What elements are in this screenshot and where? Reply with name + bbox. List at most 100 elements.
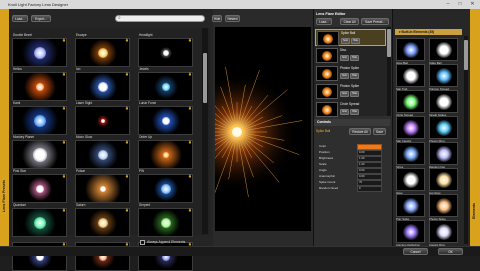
layer-item[interactable]: Photon Spike Solo Hide (315, 65, 386, 82)
preset-preview-image (138, 72, 193, 101)
preset-thumbnail[interactable]: Kami 🔒 (12, 100, 67, 135)
control-row: Random Seed 0 (319, 186, 385, 192)
preset-thumbnail[interactable]: Helios 🔒 (12, 66, 67, 101)
always-append-checkbox[interactable] (140, 240, 145, 245)
layer-solo-button[interactable]: Solo (340, 55, 349, 61)
element-preview-image (429, 64, 458, 87)
preset-thumbnail[interactable]: Jewels 🔒 (138, 66, 193, 101)
element-thumbnail[interactable]: Glow (396, 168, 425, 196)
presets-scrollbar[interactable] (202, 28, 208, 234)
layer-hide-button[interactable]: Hide (350, 91, 359, 97)
presets-scrollbar-thumb[interactable] (203, 53, 207, 103)
cancel-button[interactable]: Cancel (403, 248, 428, 255)
preset-thumbnail[interactable]: Pink Star 🔒 (12, 168, 67, 203)
preset-preview-image (138, 140, 193, 169)
preset-thumbnail[interactable]: Quantum 🔒 (12, 202, 67, 237)
control-value-field[interactable]: 0 (357, 186, 382, 192)
preset-thumbnail[interactable]: Headlight 🔒 (138, 32, 193, 67)
elements-scrollbar-thumb[interactable] (464, 40, 468, 70)
element-thumbnail[interactable]: Stripe (396, 142, 425, 170)
layer-item[interactable]: Circle Spread Solo Hide (315, 101, 386, 118)
export-presets-button[interactable]: Export... (31, 15, 51, 22)
preset-thumbnail[interactable]: Serpent 🔒 (138, 202, 193, 237)
layer-thumbnail (316, 66, 338, 81)
search-input[interactable] (123, 16, 203, 21)
control-row: Brightness 1.00 (319, 156, 385, 162)
save-preset-button[interactable]: Save Preset... (361, 18, 389, 25)
lock-icon: 🔒 (188, 38, 192, 42)
element-thumbnail[interactable]: Random Fan (429, 142, 458, 170)
element-thumbnail[interactable]: Photon Ring (429, 116, 458, 144)
element-thumbnail[interactable]: Star Caustic (396, 116, 425, 144)
minimize-icon[interactable]: – (443, 1, 453, 8)
close-icon[interactable]: ✕ (467, 1, 478, 8)
element-thumbnail[interactable]: Hot Glow (429, 168, 458, 196)
preset-preview-image (12, 174, 67, 203)
control-row: Anamorphic 0.00 (319, 174, 385, 180)
nested-button[interactable]: Nested (225, 15, 240, 22)
layer-hide-button[interactable]: Hide (350, 109, 359, 115)
element-thumbnail[interactable]: Photon Spike (429, 194, 458, 222)
element-thumbnail[interactable]: Poly Spike (396, 194, 425, 222)
element-thumbnail[interactable]: Star Trail (396, 64, 425, 92)
element-thumbnail[interactable]: Polygon Spread (429, 64, 458, 92)
editor-load-button[interactable]: Load... (316, 18, 332, 25)
element-thumbnail[interactable]: Circle Spread (396, 90, 425, 118)
hide-button[interactable]: Hide (212, 15, 222, 22)
preset-thumbnail[interactable]: Escape 🔒 (75, 32, 130, 67)
element-thumbnail[interactable]: Aperture Reflection (396, 220, 425, 248)
preset-thumbnail[interactable]: Moon Glow 🔒 (75, 134, 130, 169)
layer-item[interactable]: Photon Spike Solo Hide (315, 83, 386, 100)
preset-preview-image (12, 140, 67, 169)
element-thumbnail[interactable]: Caustic Ring (429, 220, 458, 248)
layer-solo-button[interactable]: Solo (341, 38, 350, 44)
presets-side-tab[interactable]: Lens Flare Presets (0, 9, 9, 246)
controls-save-button[interactable]: Save (373, 128, 386, 135)
preset-thumbnail[interactable]: Double Bezel 🔒 (12, 32, 67, 67)
element-preview-image (396, 90, 425, 113)
preset-thumbnail[interactable]: Lunar Force 🔒 (138, 100, 193, 135)
element-thumbnail[interactable]: Streak Spikes (429, 90, 458, 118)
control-row: Scale 1.00 (319, 162, 385, 168)
layers-scrollbar[interactable] (387, 27, 391, 116)
layers-scrollbar-thumb[interactable] (387, 29, 391, 57)
preset-preview-image (75, 72, 130, 101)
ok-button[interactable]: OK (438, 248, 463, 255)
element-preview-image (396, 116, 425, 139)
search-icon: ⌕ (118, 15, 121, 21)
preset-thumbnail[interactable]: Order Up 🔒 (138, 134, 193, 169)
preset-preview-image (75, 38, 130, 67)
element-thumbnail[interactable]: Spike Ball (429, 38, 458, 66)
lock-icon: 🔒 (125, 38, 129, 42)
element-preview-image (429, 194, 458, 217)
load-presets-button[interactable]: Load... (12, 15, 28, 22)
layer-hide-button[interactable]: Hide (350, 73, 359, 79)
layer-solo-button[interactable]: Solo (340, 91, 349, 97)
elements-scrollbar[interactable] (464, 36, 468, 244)
preset-thumbnail[interactable]: Ion 🔒 (75, 66, 130, 101)
flare-preview[interactable] (215, 27, 311, 231)
preset-preview-image (12, 72, 67, 101)
layer-hide-button[interactable]: Hide (351, 38, 360, 44)
layer-hide-button[interactable]: Hide (350, 55, 359, 61)
layer-solo-button[interactable]: Solo (340, 73, 349, 79)
layer-solo-button[interactable]: Solo (340, 109, 349, 115)
layer-item[interactable]: Spike Ball Solo Hide (315, 29, 386, 46)
maximize-icon[interactable]: □ (455, 1, 465, 8)
elements-side-tab[interactable]: Elements (470, 9, 480, 246)
preset-thumbnail[interactable]: Pulsar 🔒 (75, 168, 130, 203)
element-thumbnail[interactable]: Glow Ball (396, 38, 425, 66)
layer-name: Photon Spike (340, 84, 359, 88)
clear-all-button[interactable]: Clear All (340, 18, 359, 25)
search-field[interactable]: ⌕ (115, 15, 205, 22)
preset-thumbnail[interactable]: PW 🔒 (138, 168, 193, 203)
lock-icon: 🔒 (62, 38, 66, 42)
layer-item[interactable]: Disc Solo Hide (315, 47, 386, 64)
preset-thumbnail[interactable]: Saturn 🔒 (75, 202, 130, 237)
element-preview-image (429, 116, 458, 139)
preset-thumbnail[interactable]: Laser Sight 🔒 (75, 100, 130, 135)
flare-preview-image (215, 66, 303, 198)
preset-thumbnail[interactable]: Monkey Planet 🔒 (12, 134, 67, 169)
restore-all-button[interactable]: Restore All (349, 128, 371, 135)
elements-header[interactable]: ▾ Built-In Elements (35) (395, 29, 462, 35)
